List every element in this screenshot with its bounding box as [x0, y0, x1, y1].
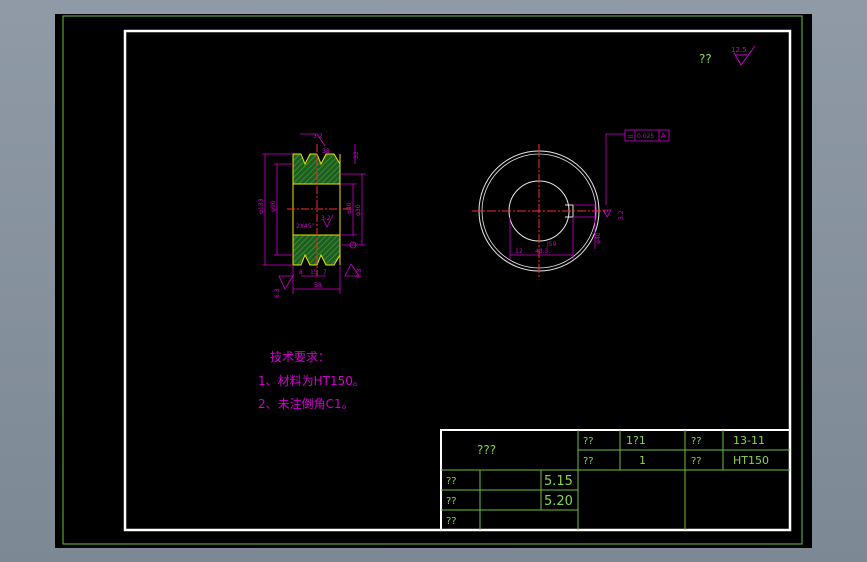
pulley-front-view: 12 43.3 JS9 3.2 φ40 = 0.025 A — [472, 129, 670, 278]
dim-keyway-width: 12 — [515, 248, 523, 255]
dim-chamfer: 2X45° — [296, 223, 315, 230]
drawing-no-label: ?? — [691, 436, 702, 447]
technical-notes: 技术要求： 1、材料为HT150。 2、未注倒角C1。 — [258, 350, 365, 411]
approver-label: ?? — [446, 516, 457, 527]
quantity-value: 1 — [639, 454, 646, 467]
designer-date: 5.15 — [544, 474, 573, 489]
notes-heading: 技术要求： — [270, 350, 330, 364]
dim-top-right: 32 — [353, 151, 360, 159]
dim-keyway-rough: 3.2 — [618, 210, 625, 220]
dim-keyway-depth: 43.3 — [535, 248, 549, 255]
roughness-label: ?? — [699, 52, 712, 66]
dim-bottom-a: 8 — [299, 269, 303, 276]
dim-bottom-c: 7 — [323, 269, 327, 276]
dim-bore-label: φ40 — [595, 232, 602, 244]
checker-label: ?? — [446, 496, 457, 507]
dim-groove-angle: 38 — [322, 148, 330, 155]
dim-keyway-tol: JS9 — [546, 241, 557, 248]
tolerance-value: 0.025 — [637, 133, 654, 140]
title-block: ??? ?? 1?1 ?? 13-11 ?? 1 ?? HT150 ?? 5.1… — [440, 429, 791, 531]
designer-label: ?? — [446, 476, 457, 487]
material-value: HT150 — [733, 454, 769, 467]
quantity-label: ?? — [583, 456, 594, 467]
roughness-note: ?? 12.5 — [699, 45, 756, 66]
dim-bottom-width: 58 — [314, 282, 322, 289]
material-label: ?? — [691, 456, 702, 467]
part-name: ??? — [477, 443, 496, 457]
dim-top-pitch: 3.2 — [313, 133, 323, 140]
dim-pitch-dia: φ90 — [270, 200, 277, 212]
checker-date: 5.20 — [544, 494, 573, 509]
drawing-viewport: ?? 12.5 3.2 32 38 φ133 φ90 φ40 φ30 2X45°… — [55, 14, 812, 548]
notes-line-2: 2、未注倒角C1。 — [258, 396, 354, 411]
tolerance-datum: A — [661, 132, 666, 140]
roughness-value: 12.5 — [731, 46, 747, 54]
tolerance-symbol: = — [627, 132, 634, 141]
pulley-section-view: 3.2 32 38 φ133 φ90 φ40 φ30 2X45° 3.2 58 … — [258, 133, 366, 298]
notes-line-1: 1、材料为HT150。 — [258, 374, 365, 388]
dim-center-rough: 3.2 — [321, 215, 331, 222]
dim-left-rough: 6.3 — [274, 288, 281, 298]
tolerance-frame: = 0.025 A — [624, 129, 670, 142]
drawing-no-value: 13-11 — [733, 434, 765, 447]
dim-bore-dia: φ40 — [346, 202, 353, 214]
dim-bottom-b: 15 — [310, 269, 318, 276]
dim-outer-dia: φ133 — [258, 198, 265, 214]
dim-right-rough: 6.3 — [356, 268, 363, 278]
dim-right-dia: φ30 — [355, 204, 362, 216]
scale-label: ?? — [583, 436, 594, 447]
scale-value: 1?1 — [626, 434, 646, 447]
cad-drawing: ?? 12.5 3.2 32 38 φ133 φ90 φ40 φ30 2X45°… — [62, 15, 803, 545]
